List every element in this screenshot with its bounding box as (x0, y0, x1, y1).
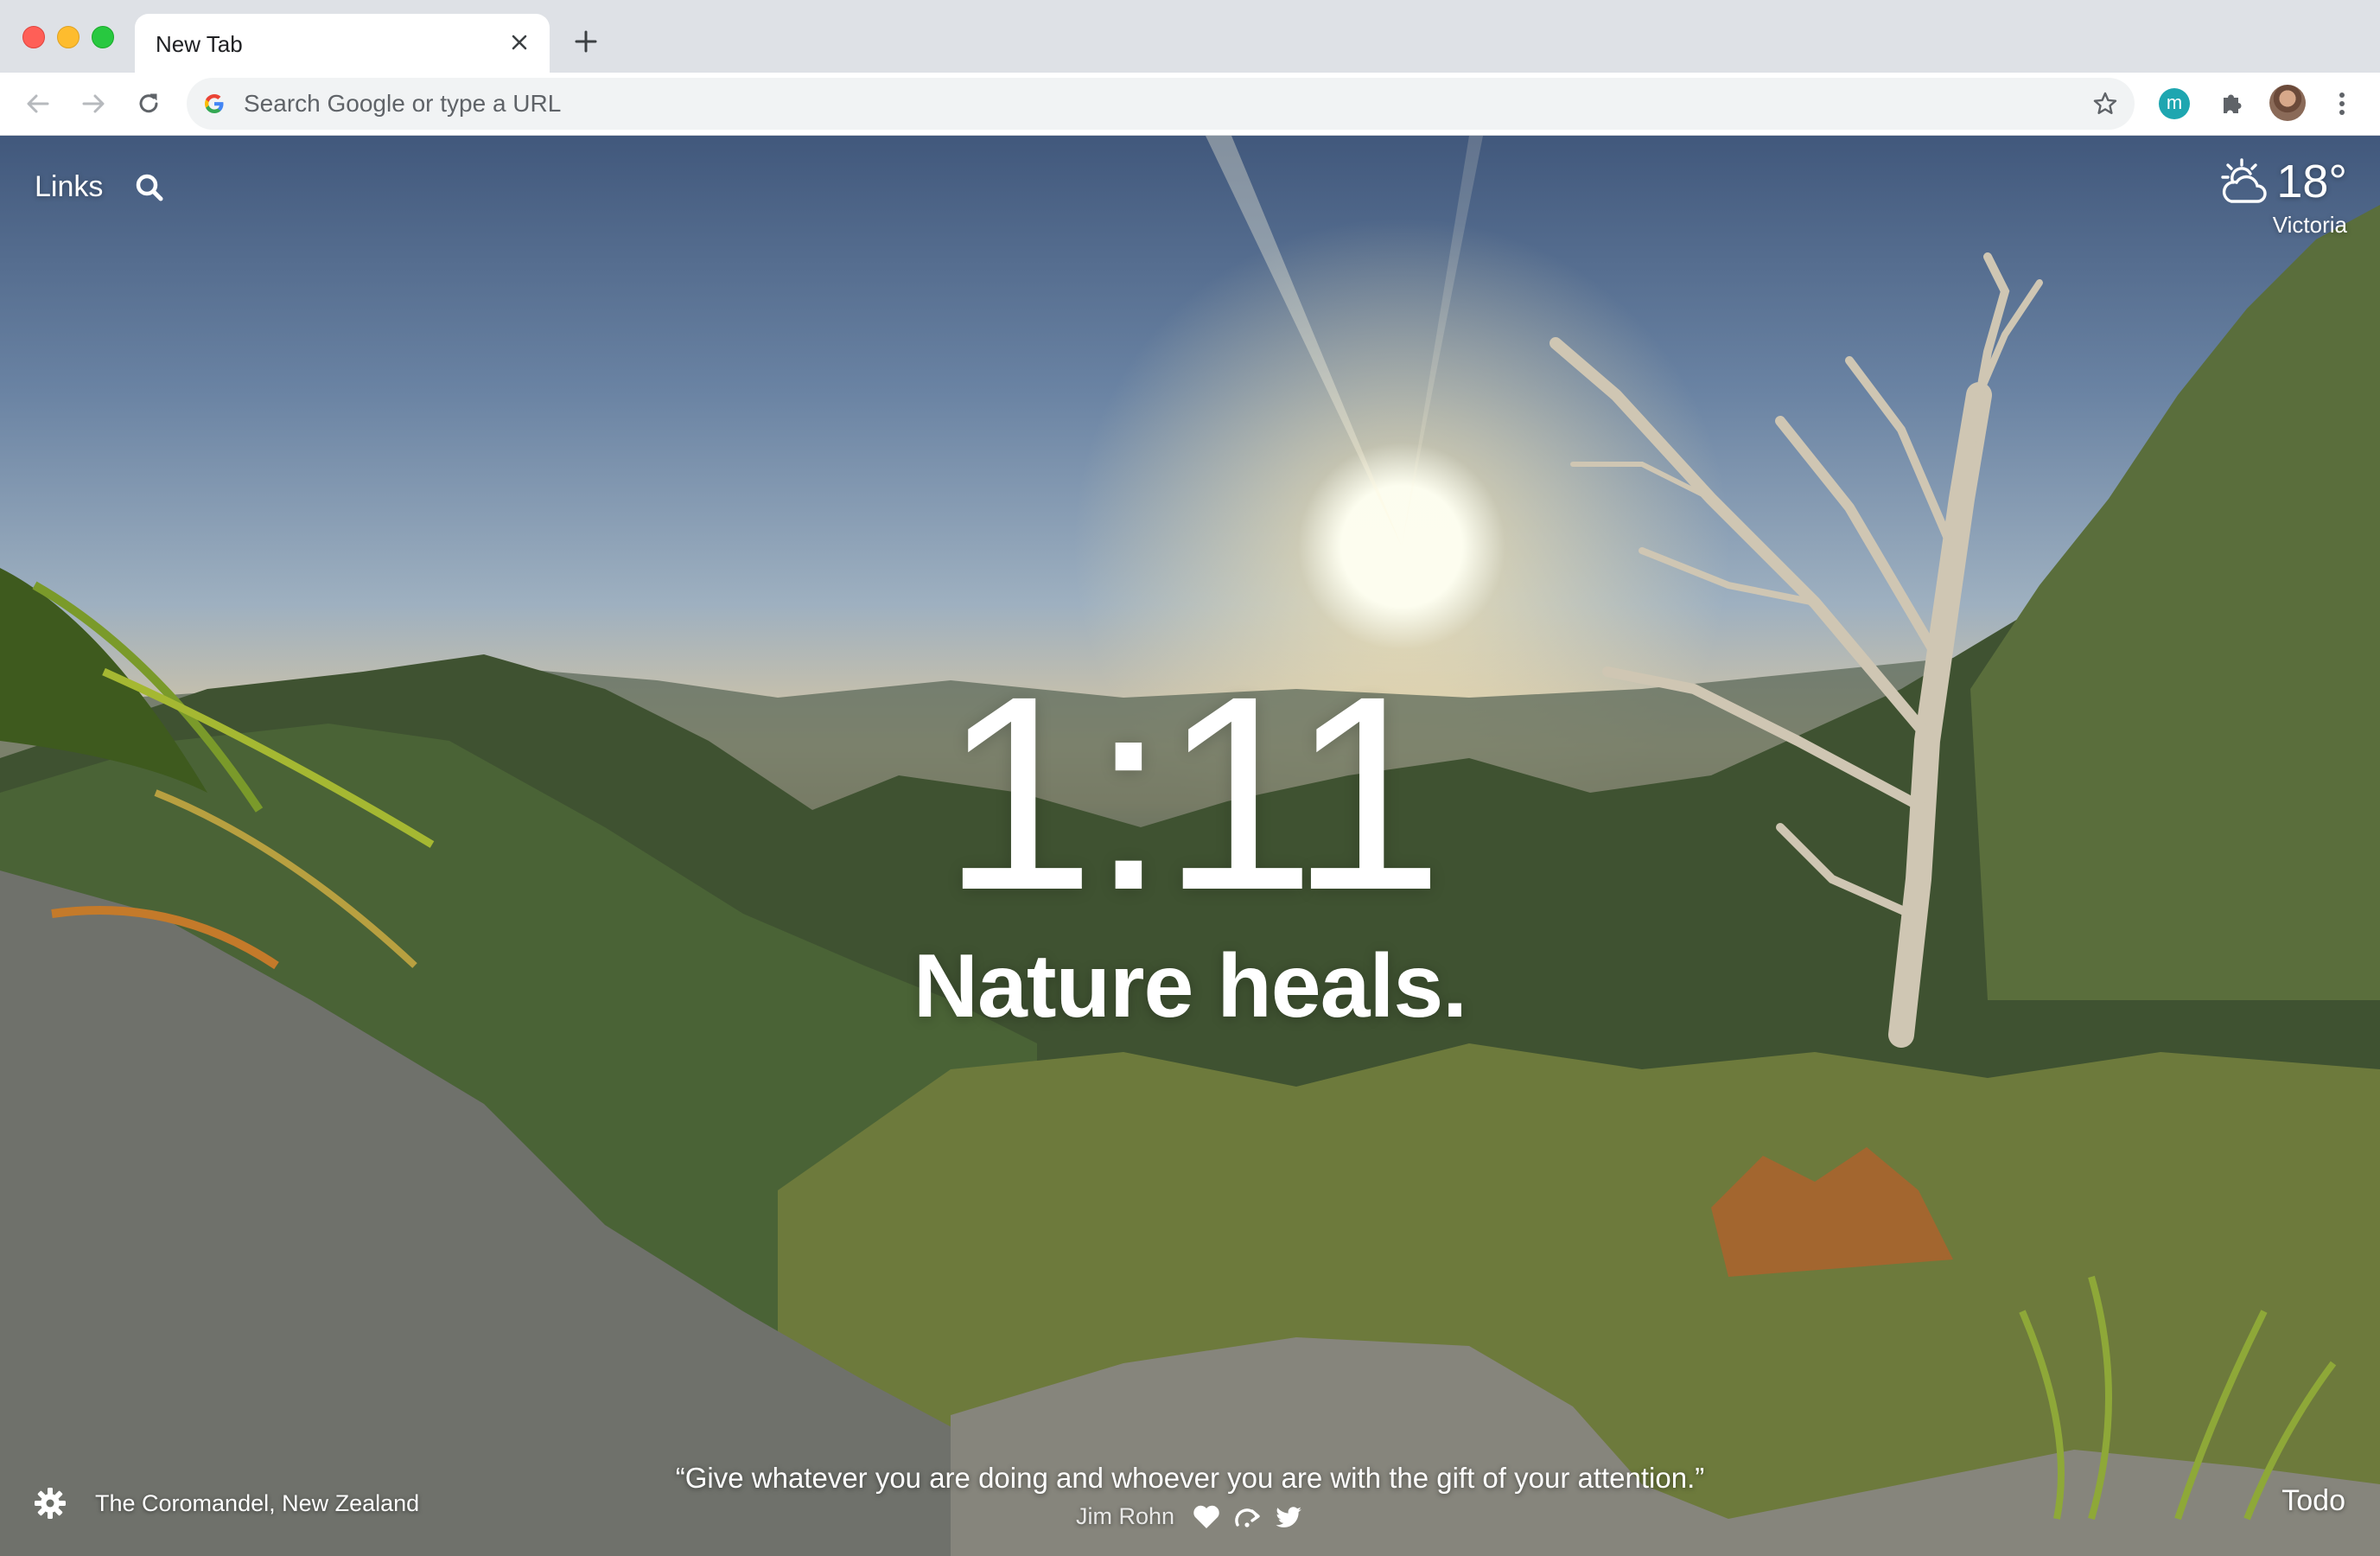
tab-title: New Tab (156, 31, 243, 57)
quote-text: “Give whatever you are doing and whoever… (675, 1462, 1705, 1494)
browser-menu-button[interactable] (2320, 81, 2364, 126)
links-widget: Links (35, 170, 165, 204)
star-icon[interactable] (2088, 86, 2122, 121)
extension-m-button[interactable]: m (2159, 88, 2190, 119)
heart-icon[interactable] (1192, 1504, 1221, 1530)
url-input[interactable] (244, 85, 2059, 123)
plus-icon (575, 30, 597, 53)
links-button[interactable]: Links (35, 170, 103, 204)
weather-location: Victoria (2272, 212, 2347, 238)
window-maximize-button[interactable] (92, 26, 114, 48)
extensions-button[interactable] (2209, 81, 2254, 126)
weather-widget[interactable]: 18° Victoria (2216, 155, 2347, 239)
new-tab-dashboard: Links 18° Victoria 1:11 Nature heals. Th… (0, 136, 2380, 1556)
quote-block: “Give whatever you are doing and whoever… (0, 1462, 2380, 1530)
window-minimize-button[interactable] (57, 26, 80, 48)
arrow-left-icon (27, 94, 49, 113)
quote-meta: Jim Rohn (0, 1503, 2380, 1530)
window-close-button[interactable] (22, 26, 45, 48)
kebab-menu-icon (2339, 92, 2345, 115)
mantra: Nature heals. (913, 936, 1467, 1036)
todo-button[interactable]: Todo (2281, 1484, 2345, 1518)
address-bar[interactable] (187, 78, 2135, 130)
close-icon[interactable] (505, 28, 534, 57)
puzzle-icon (2224, 94, 2242, 113)
forward-button[interactable] (71, 81, 116, 126)
back-button[interactable] (16, 81, 60, 126)
tab-strip: New Tab (0, 0, 2380, 73)
search-icon[interactable] (134, 172, 165, 203)
new-tab-button[interactable] (567, 22, 605, 61)
reload-button[interactable] (126, 81, 171, 126)
temperature: 18° (2276, 156, 2347, 207)
twitter-icon[interactable] (1275, 1504, 1304, 1530)
partly-cloudy-icon (2221, 158, 2268, 203)
google-g-icon (205, 94, 224, 113)
reload-icon (139, 93, 158, 113)
skip-icon[interactable] (1233, 1504, 1263, 1530)
sun-rays (1206, 136, 1483, 546)
clock: 1:11 (941, 638, 1443, 947)
profile-avatar[interactable] (2269, 85, 2306, 121)
quote-author: Jim Rohn (1075, 1503, 1175, 1529)
tab-new-tab[interactable]: New Tab (135, 14, 550, 73)
browser-toolbar: m (0, 73, 2380, 136)
arrow-right-icon (82, 94, 105, 113)
